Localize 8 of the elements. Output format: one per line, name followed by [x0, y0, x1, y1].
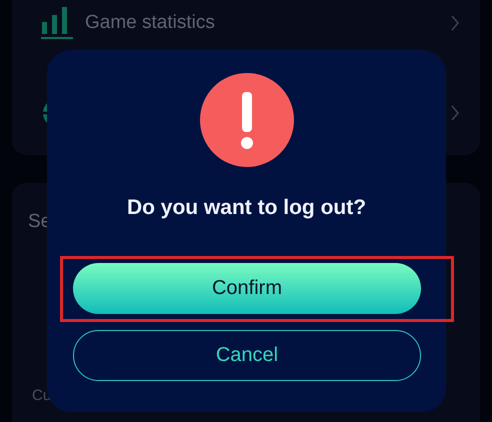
chevron-right-icon: [450, 15, 460, 31]
cancel-button[interactable]: Cancel: [73, 330, 421, 381]
bar-chart-icon: [41, 6, 73, 40]
alert-icon: [200, 73, 294, 167]
chevron-right-icon: [450, 105, 460, 121]
confirm-button[interactable]: Confirm: [73, 263, 421, 314]
dialog-message: Do you want to log out?: [126, 196, 366, 220]
menu-label: Game statistics: [85, 12, 215, 34]
